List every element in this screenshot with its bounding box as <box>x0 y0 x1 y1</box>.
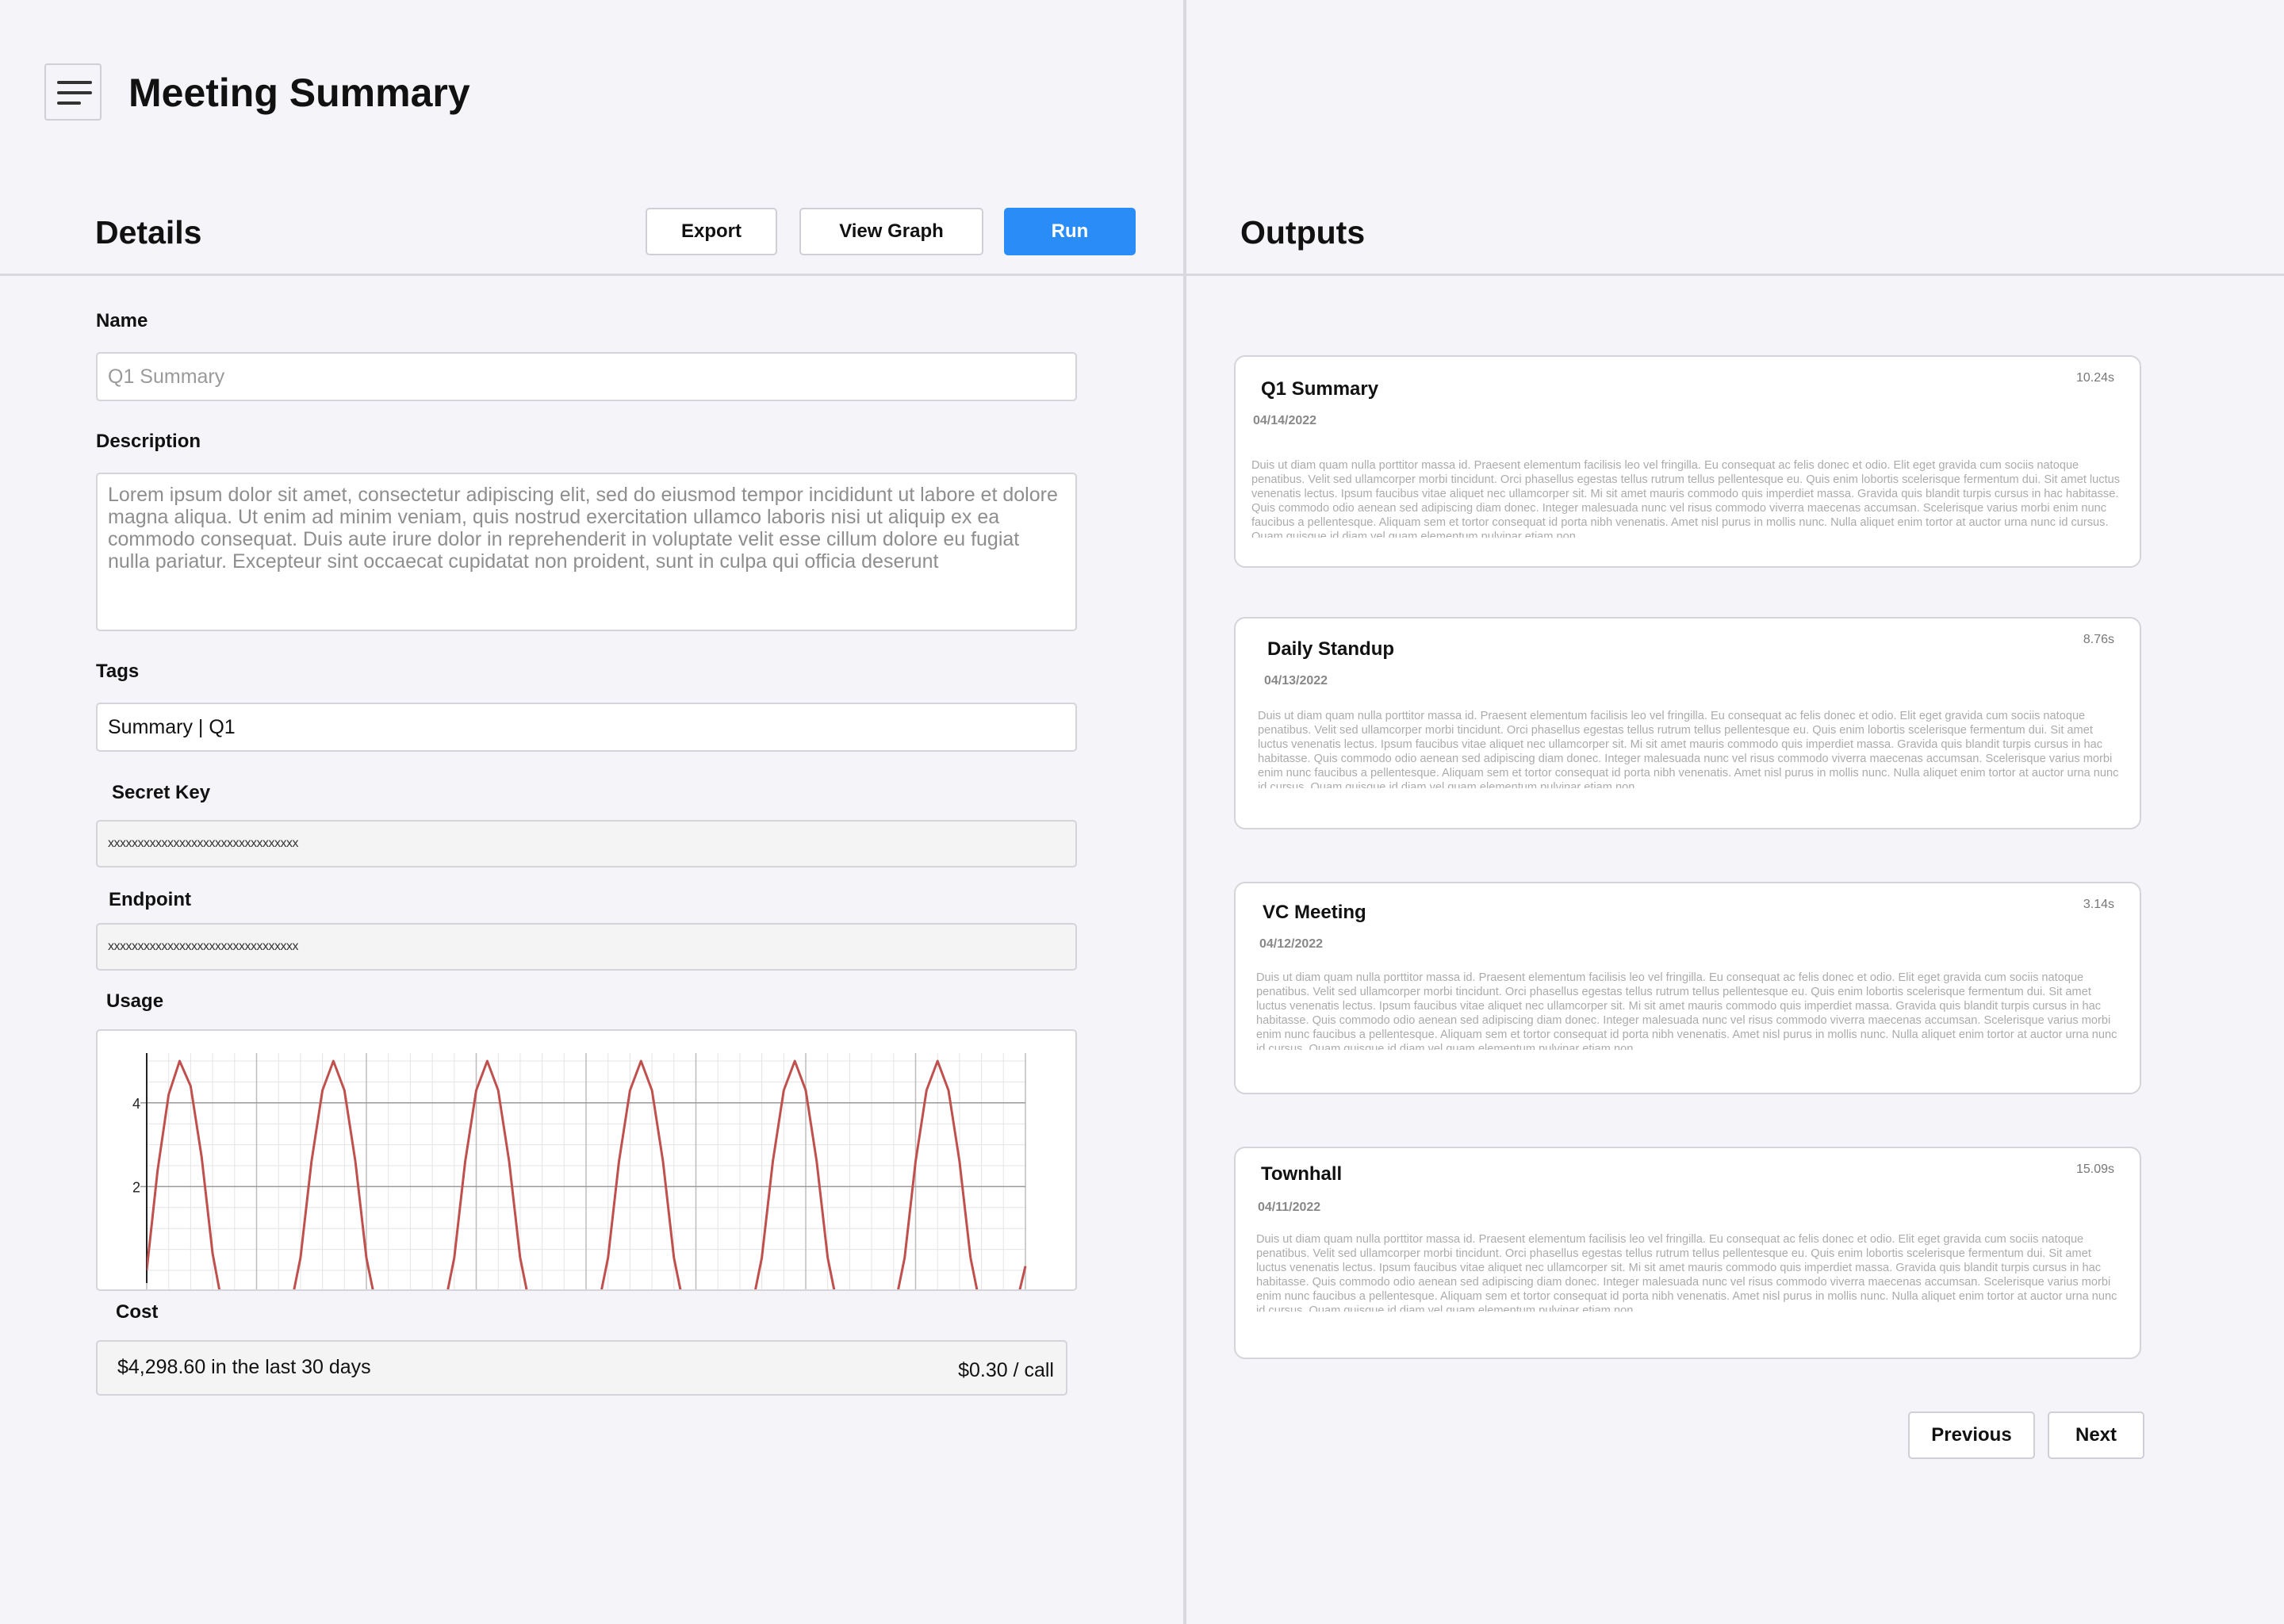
output-card-title: Daily Standup <box>1267 638 1395 660</box>
output-card-duration: 10.24s <box>2075 371 2114 385</box>
tags-input[interactable]: Summary | Q1 <box>96 703 1077 752</box>
page-title: Meeting Summary <box>128 71 470 115</box>
usage-chart-svg: 24 <box>132 1053 1027 1289</box>
y-tick-label: 4 <box>132 1096 140 1112</box>
hamburger-menu-icon-bar <box>57 91 92 94</box>
previous-button[interactable]: Previous <box>1908 1411 2035 1459</box>
y-tick-label: 2 <box>132 1179 140 1195</box>
endpoint-field[interactable]: xxxxxxxxxxxxxxxxxxxxxxxxxxxxxxxx <box>96 923 1077 971</box>
output-card-date: 04/14/2022 <box>1253 414 1317 427</box>
cost-summary: $4,298.60 in the last 30 days <box>117 1356 371 1378</box>
output-card-duration: 8.76s <box>2083 633 2114 646</box>
tags-label: Tags <box>96 661 140 682</box>
cost-rate: $0.30 / call <box>958 1359 1054 1381</box>
output-card-body: Duis ut diam quam nulla porttitor massa … <box>1256 1233 2117 1312</box>
name-input[interactable]: Q1 Summary <box>96 352 1077 401</box>
output-card-body: Duis ut diam quam nulla porttitor massa … <box>1256 971 2117 1050</box>
output-card-date: 04/12/2022 <box>1259 937 1324 951</box>
details-header-divider <box>0 274 1183 276</box>
output-card-title: Q1 Summary <box>1261 378 1379 400</box>
name-label: Name <box>96 310 148 331</box>
output-card[interactable]: Townhall 15.09s 04/11/2022 Duis ut diam … <box>1234 1147 2141 1359</box>
output-card[interactable]: VC Meeting 3.14s 04/12/2022 Duis ut diam… <box>1234 882 2141 1094</box>
usage-chart: 24 <box>96 1029 1077 1291</box>
output-card-body: Duis ut diam quam nulla porttitor massa … <box>1251 459 2121 538</box>
output-card-date: 04/11/2022 <box>1258 1201 1321 1214</box>
outputs-title: Outputs <box>1240 214 1366 251</box>
description-label: Description <box>96 431 201 452</box>
output-card[interactable]: Q1 Summary 10.24s 04/14/2022 Duis ut dia… <box>1234 355 2141 568</box>
output-card-duration: 15.09s <box>2075 1162 2114 1176</box>
cost-box: $4,298.60 in the last 30 days $0.30 / ca… <box>96 1340 1067 1396</box>
output-card-title: VC Meeting <box>1263 902 1366 923</box>
endpoint-label: Endpoint <box>109 889 191 910</box>
menu-button[interactable] <box>44 63 102 121</box>
output-card-title: Townhall <box>1261 1163 1343 1185</box>
run-button[interactable]: Run <box>1004 208 1136 255</box>
export-button[interactable]: Export <box>646 208 777 255</box>
panel-divider <box>1183 0 1186 1624</box>
details-title: Details <box>95 214 202 251</box>
secret-key-field[interactable]: xxxxxxxxxxxxxxxxxxxxxxxxxxxxxxxx <box>96 820 1077 868</box>
output-card[interactable]: Daily Standup 8.76s 04/13/2022 Duis ut d… <box>1234 617 2141 829</box>
usage-label: Usage <box>106 990 164 1012</box>
output-card-date: 04/13/2022 <box>1264 674 1328 688</box>
cost-label: Cost <box>116 1301 159 1323</box>
output-card-duration: 3.14s <box>2083 898 2114 911</box>
output-card-body: Duis ut diam quam nulla porttitor massa … <box>1258 710 2119 788</box>
hamburger-menu-icon <box>57 81 92 84</box>
secret-key-label: Secret Key <box>112 782 211 803</box>
hamburger-menu-icon-bar <box>57 102 81 105</box>
description-textarea[interactable]: Lorem ipsum dolor sit amet, consectetur … <box>96 473 1077 631</box>
view-graph-button[interactable]: View Graph <box>799 208 983 255</box>
next-button[interactable]: Next <box>2048 1411 2144 1459</box>
outputs-header-divider <box>1186 274 2284 276</box>
